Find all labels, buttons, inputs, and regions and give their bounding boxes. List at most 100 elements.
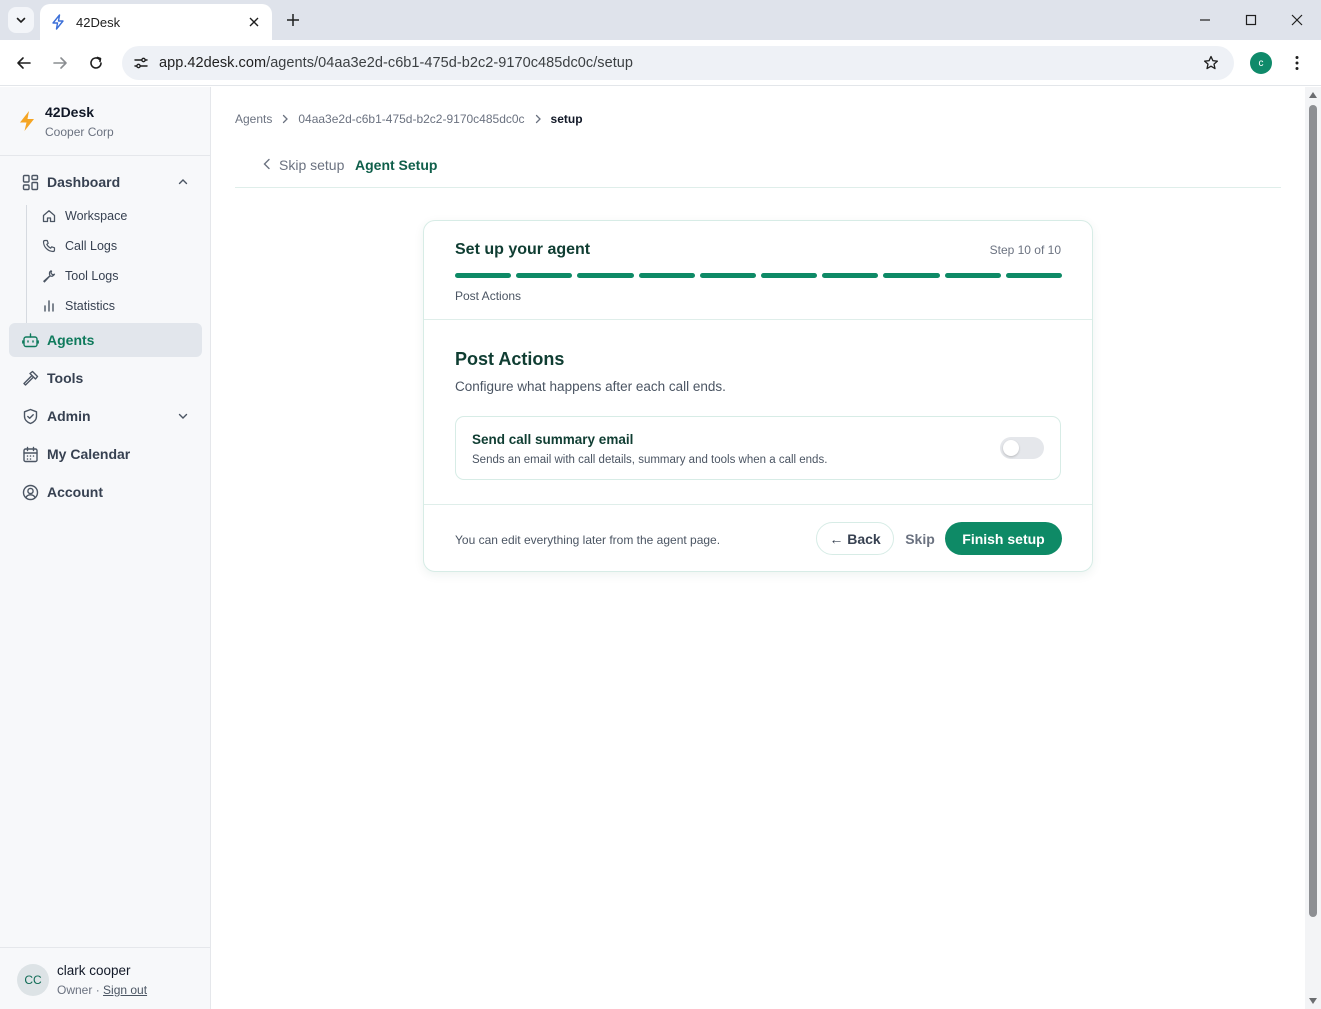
user-profile: CC clark cooper Owner · Sign out	[0, 947, 210, 1009]
sidebar-item-agents[interactable]: Agents	[9, 323, 202, 357]
browser-toolbar: app.42desk.com/agents/04aa3e2d-c6b1-475d…	[0, 40, 1321, 86]
sidebar-item-label: My Calendar	[47, 446, 131, 462]
progress-segment	[822, 273, 879, 278]
scroll-up-arrow-icon[interactable]	[1309, 91, 1317, 99]
phone-icon	[41, 238, 57, 254]
scrollbar-thumb[interactable]	[1309, 105, 1317, 917]
bar-chart-icon	[41, 298, 57, 314]
sidebar-subitem-label: Workspace	[65, 209, 128, 223]
back-nav-button[interactable]	[12, 51, 36, 75]
bot-icon	[21, 331, 39, 349]
current-step-name: Post Actions	[455, 289, 522, 303]
arrow-right-icon	[53, 57, 67, 69]
bookmark-star-icon[interactable]	[1202, 54, 1220, 72]
section-description: Configure what happens after each call e…	[455, 379, 726, 394]
progress-segment	[455, 273, 512, 278]
back-button[interactable]: ← Back	[816, 522, 894, 555]
breadcrumb-agent-id-link[interactable]: 04aa3e2d-c6b1-475d-b2c2-9170c485dc0c	[298, 112, 524, 126]
sidebar-item-call-logs[interactable]: Call Logs	[41, 235, 117, 257]
close-window-button[interactable]	[1274, 0, 1320, 40]
sidebar-item-account[interactable]: Account	[9, 475, 202, 509]
reload-button[interactable]	[84, 51, 108, 75]
sidebar-item-dashboard[interactable]: Dashboard	[9, 165, 202, 199]
sidebar-item-label: Dashboard	[47, 174, 121, 190]
progress-segment	[761, 273, 818, 278]
sidebar-item-tools[interactable]: Tools	[9, 361, 202, 395]
page-header: Skip setup Agent Setup	[235, 149, 1281, 188]
sidebar-item-label: Agents	[47, 332, 95, 348]
url-path: /agents/04aa3e2d-c6b1-475d-b2c2-9170c485…	[266, 55, 633, 71]
browser-tab-bar: 42Desk	[0, 0, 1321, 40]
sidebar-item-admin[interactable]: Admin	[9, 399, 202, 433]
sidebar-item-my-calendar[interactable]: My Calendar	[9, 437, 202, 471]
main-content: Agents 04aa3e2d-c6b1-475d-b2c2-9170c485d…	[211, 87, 1305, 1009]
wizard-footer: You can edit everything later from the a…	[424, 504, 1092, 571]
setup-wizard-card: Set up your agent Step 10 of 10 Post Act…	[423, 220, 1093, 572]
new-tab-button[interactable]	[282, 9, 304, 31]
user-role: Owner	[57, 983, 93, 997]
lightning-icon	[52, 14, 64, 30]
lightning-logo-icon	[20, 111, 34, 131]
option-description: Sends an email with call details, summar…	[472, 454, 828, 466]
progress-segment	[516, 273, 573, 278]
progress-segment	[577, 273, 634, 278]
user-meta: Owner · Sign out	[57, 983, 147, 997]
sign-out-link[interactable]: Sign out	[103, 983, 147, 997]
finish-setup-button[interactable]: Finish setup	[945, 522, 1062, 555]
summary-email-toggle[interactable]	[1000, 437, 1044, 459]
close-icon	[249, 17, 259, 27]
brand[interactable]: 42Desk Cooper Corp	[0, 87, 210, 156]
sidebar-item-statistics[interactable]: Statistics	[41, 295, 115, 317]
address-bar[interactable]: app.42desk.com/agents/04aa3e2d-c6b1-475d…	[122, 46, 1234, 80]
forward-nav-button[interactable]	[48, 51, 72, 75]
dashboard-icon	[21, 173, 39, 191]
tab-close-button[interactable]	[246, 14, 262, 30]
sidebar-item-tool-logs[interactable]: Tool Logs	[41, 265, 119, 287]
toggle-knob	[1003, 440, 1019, 456]
wizard-title: Set up your agent	[455, 241, 591, 258]
wrench-icon	[41, 268, 57, 284]
progress-segment	[944, 273, 1001, 278]
chevron-up-icon[interactable]	[176, 175, 190, 189]
scroll-down-arrow-icon[interactable]	[1309, 997, 1317, 1005]
progress-segment	[638, 273, 695, 278]
more-vertical-icon	[1295, 56, 1299, 70]
user-meta-separator: ·	[95, 983, 100, 997]
avatar[interactable]: CC	[17, 964, 49, 996]
footer-note: You can edit everything later from the a…	[455, 533, 721, 547]
tab-search-button[interactable]	[8, 7, 34, 33]
page-scrollbar[interactable]	[1305, 87, 1321, 1009]
user-circle-icon	[21, 483, 39, 501]
sidebar-item-label: Tools	[47, 370, 84, 386]
chevron-right-icon	[531, 112, 545, 126]
reload-icon	[90, 56, 102, 69]
minimize-icon	[1200, 19, 1210, 21]
maximize-icon	[1245, 14, 1257, 26]
user-name: clark cooper	[57, 963, 131, 978]
chevron-down-icon	[16, 17, 26, 24]
chevron-down-icon[interactable]	[176, 409, 190, 423]
sidebar-item-workspace[interactable]: Workspace	[41, 205, 127, 227]
calendar-icon	[21, 445, 39, 463]
summary-email-option: Send call summary email Sends an email w…	[455, 416, 1061, 480]
wizard-header: Set up your agent Step 10 of 10 Post Act…	[424, 221, 1092, 320]
breadcrumb-agents-link[interactable]: Agents	[235, 112, 272, 126]
sidebar-subitem-label: Tool Logs	[65, 269, 119, 283]
shield-icon	[21, 407, 39, 425]
breadcrumb: Agents 04aa3e2d-c6b1-475d-b2c2-9170c485d…	[235, 112, 583, 126]
skip-setup-link[interactable]: Skip setup	[279, 157, 344, 173]
minimize-button[interactable]	[1182, 0, 1228, 40]
sidebar-item-label: Admin	[47, 408, 91, 424]
profile-avatar[interactable]: c	[1250, 52, 1272, 74]
browser-tab[interactable]: 42Desk	[40, 4, 272, 40]
chevron-left-icon[interactable]	[261, 157, 273, 171]
brand-name: 42Desk	[45, 104, 95, 120]
browser-menu-button[interactable]	[1287, 52, 1307, 74]
maximize-button[interactable]	[1228, 0, 1274, 40]
url-text: app.42desk.com/agents/04aa3e2d-c6b1-475d…	[159, 55, 633, 71]
site-info-icon[interactable]	[132, 54, 150, 72]
step-counter: Step 10 of 10	[989, 243, 1061, 257]
sidebar-item-label: Account	[47, 484, 103, 500]
skip-button[interactable]: Skip	[902, 522, 938, 555]
progress-segment	[1005, 273, 1063, 278]
